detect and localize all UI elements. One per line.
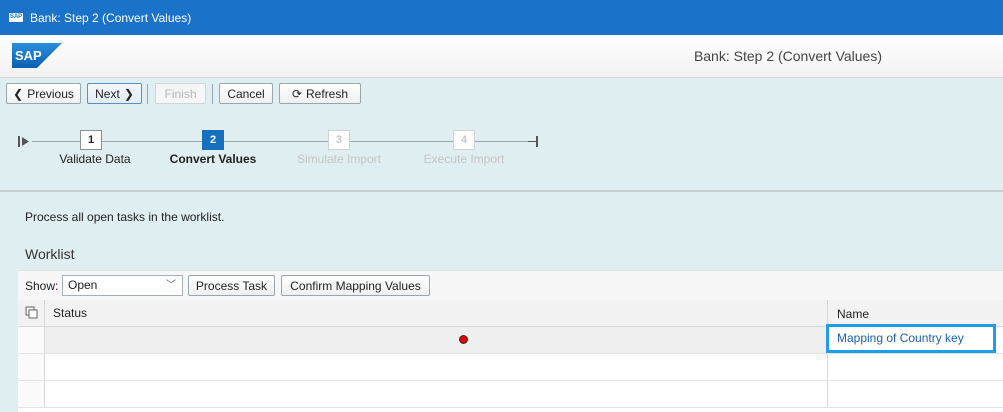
toolbar-separator [147, 84, 148, 104]
row-selector[interactable] [18, 327, 45, 353]
table-row [18, 354, 1003, 381]
step-roadmap: 1 Validate Data 2 Convert Values 3 Simul… [0, 112, 1003, 192]
previous-button-label: Previous [27, 86, 74, 101]
row-selector[interactable] [18, 354, 45, 380]
confirm-mapping-label: Confirm Mapping Values [290, 278, 421, 293]
step-2-label[interactable]: Convert Values [170, 152, 257, 166]
finish-button[interactable]: Finish [155, 83, 206, 104]
column-header-status[interactable]: Status [53, 306, 87, 320]
confirm-mapping-button[interactable]: Confirm Mapping Values [281, 275, 430, 296]
roadmap-line [32, 141, 80, 142]
refresh-button[interactable]: ⟳ Refresh [279, 83, 361, 104]
refresh-button-label: Refresh [306, 86, 349, 101]
window-title: Bank: Step 2 (Convert Values) [30, 10, 192, 25]
toolbar-separator [212, 84, 213, 104]
worklist-title: Worklist [25, 246, 75, 262]
sap-logo-text: SAP [15, 48, 42, 63]
column-divider[interactable] [827, 300, 828, 326]
roadmap-line [475, 141, 531, 142]
table-row[interactable]: Mapping of Country key [18, 324, 1003, 354]
error-status-icon [459, 335, 468, 344]
finish-button-label: Finish [164, 86, 197, 101]
column-divider [827, 381, 828, 407]
roadmap-start-icon [18, 136, 29, 147]
roadmap-end-icon [528, 136, 538, 147]
roadmap-line [350, 141, 453, 142]
sap-mini-logo: SAP [9, 13, 23, 22]
process-task-button[interactable]: Process Task [188, 275, 275, 296]
cancel-button-label: Cancel [227, 86, 265, 101]
shell-bar: SAP Bank: Step 2 (Convert Values) [0, 35, 1003, 78]
row-selector[interactable] [18, 381, 45, 407]
step-3-box: 3 [328, 130, 350, 150]
instruction-text: Process all open tasks in the worklist. [25, 210, 225, 224]
step-4-box: 4 [453, 130, 475, 150]
table-row [18, 381, 1003, 408]
step-2-box[interactable]: 2 [202, 130, 224, 150]
window-titlebar: SAP Bank: Step 2 (Convert Values) [0, 0, 1003, 35]
worklist-table: Status Name Mapping of Country key [18, 300, 1003, 412]
chevron-down-icon: ﹀ [166, 280, 176, 291]
process-task-label: Process Task [195, 278, 268, 293]
worklist-toolbar: Show: Open ﹀ Process Task Confirm Mappin… [18, 270, 1003, 302]
show-label: Show: [25, 279, 59, 293]
select-all-cell[interactable] [18, 300, 45, 326]
sap-logo: SAP [12, 43, 62, 68]
refresh-icon: ⟳ [291, 86, 303, 101]
copy-icon [25, 306, 38, 319]
task-name-link[interactable]: Mapping of Country key [826, 324, 996, 353]
main-toolbar: ❮ Previous Next ❯ Finish Cancel ⟳ Refres… [0, 78, 1003, 112]
show-filter-value: Open [68, 278, 98, 292]
roadmap-line [224, 141, 328, 142]
page-title: Bank: Step 2 (Convert Values) [693, 48, 882, 64]
show-filter-select[interactable]: Open ﹀ [62, 275, 183, 296]
table-header: Status Name [18, 300, 1003, 327]
next-button-label: Next [95, 86, 120, 101]
column-header-name[interactable]: Name [837, 307, 869, 321]
cancel-button[interactable]: Cancel [219, 83, 273, 104]
column-divider [827, 354, 828, 380]
step-4-label: Execute Import [423, 152, 505, 166]
step-1-box[interactable]: 1 [80, 130, 102, 150]
chevron-left-icon: ❮ [13, 86, 24, 101]
step-3-label: Simulate Import [296, 152, 382, 166]
next-button[interactable]: Next ❯ [87, 83, 142, 104]
roadmap-line [102, 141, 202, 142]
step-1-label[interactable]: Validate Data [59, 152, 130, 166]
status-cell [45, 327, 827, 353]
previous-button[interactable]: ❮ Previous [6, 83, 81, 104]
chevron-right-icon: ❯ [123, 86, 134, 101]
